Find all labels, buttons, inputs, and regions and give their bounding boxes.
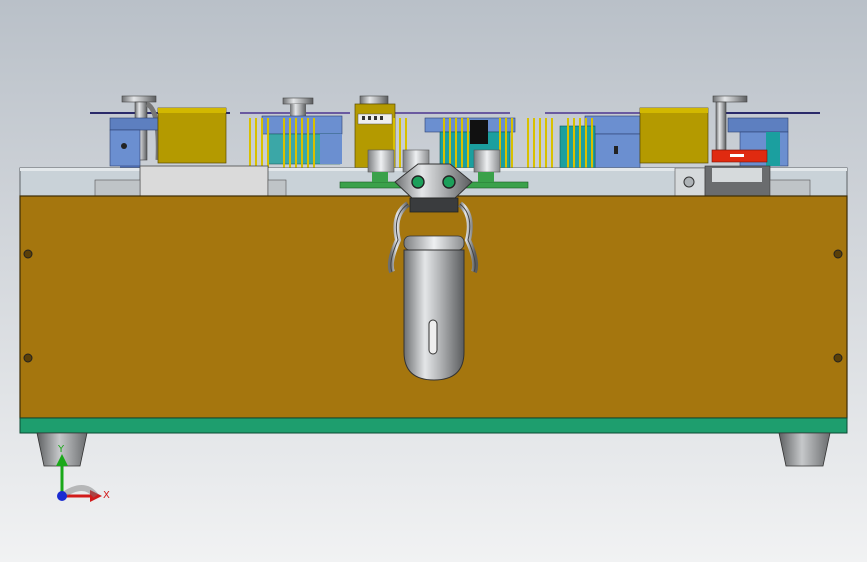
screw-head-icon — [833, 249, 843, 259]
x-axis-label: X — [103, 490, 110, 501]
y-axis-label: Y — [57, 444, 65, 455]
left-blue-actuator — [109, 117, 159, 171]
screw-head-icon — [833, 353, 843, 363]
left-gold-block — [157, 107, 227, 164]
screw-head-icon — [23, 353, 33, 363]
screw-head-icon — [23, 249, 33, 259]
base-strip — [19, 417, 848, 434]
right-gold-block — [639, 107, 709, 164]
screw-head-icon — [683, 176, 695, 188]
support-feet — [36, 432, 831, 467]
mid-right-actuator — [559, 115, 641, 169]
cad-viewport[interactable]: Y X — [0, 0, 867, 562]
left-support-block — [139, 165, 269, 197]
